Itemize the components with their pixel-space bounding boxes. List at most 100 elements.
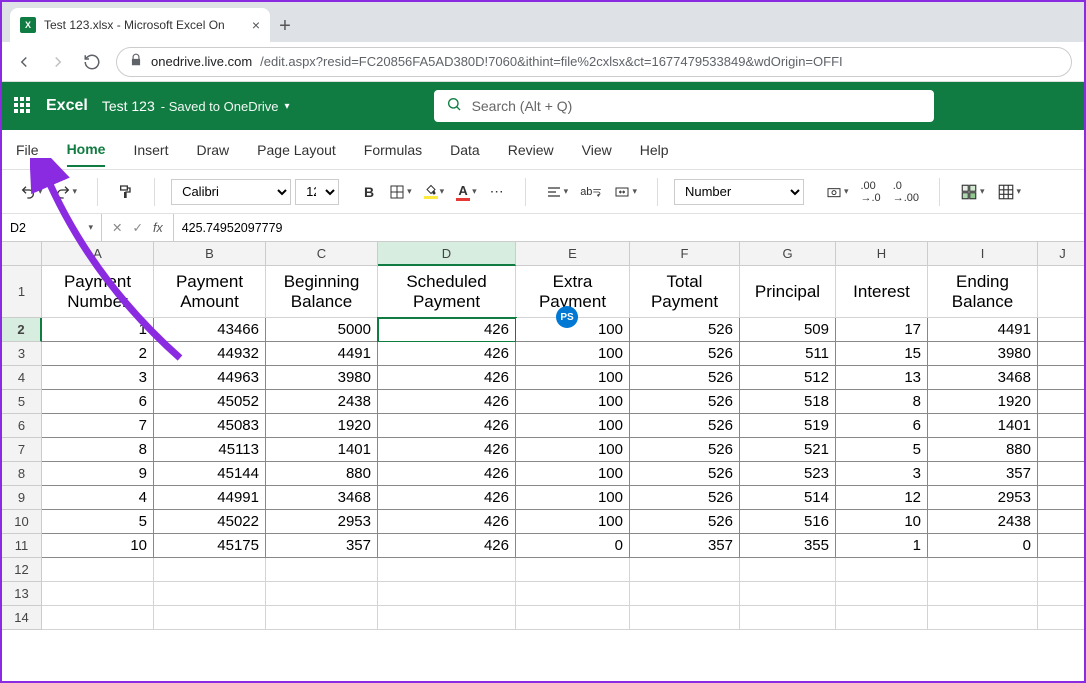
cell[interactable]: 526: [630, 438, 740, 462]
cell[interactable]: [1038, 438, 1084, 462]
header-cell[interactable]: Principal: [740, 266, 836, 318]
cell[interactable]: [1038, 318, 1084, 342]
cell[interactable]: 426: [378, 318, 516, 342]
cell[interactable]: 357: [266, 534, 378, 558]
cell[interactable]: 45022: [154, 510, 266, 534]
app-launcher-icon[interactable]: [14, 97, 32, 115]
forward-icon[interactable]: [48, 52, 68, 72]
cell[interactable]: [154, 558, 266, 582]
cell[interactable]: 1401: [928, 414, 1038, 438]
cell[interactable]: [154, 606, 266, 630]
cell[interactable]: [266, 606, 378, 630]
cell[interactable]: 426: [378, 438, 516, 462]
cell[interactable]: 0: [928, 534, 1038, 558]
header-cell[interactable]: PaymentNumber: [42, 266, 154, 318]
col-header-C[interactable]: C: [266, 242, 378, 266]
close-tab-icon[interactable]: ×: [252, 17, 260, 33]
tab-file[interactable]: File: [16, 134, 39, 166]
merge-button[interactable]: ▾: [610, 178, 641, 206]
cell[interactable]: [1038, 510, 1084, 534]
cell[interactable]: 426: [378, 510, 516, 534]
cell[interactable]: [378, 582, 516, 606]
back-icon[interactable]: [14, 52, 34, 72]
cell[interactable]: 6: [42, 390, 154, 414]
cell[interactable]: 880: [928, 438, 1038, 462]
header-cell[interactable]: ScheduledPayment: [378, 266, 516, 318]
cell[interactable]: 426: [378, 390, 516, 414]
row-header-11[interactable]: 11: [2, 534, 42, 558]
cell[interactable]: 44963: [154, 366, 266, 390]
cell[interactable]: [630, 558, 740, 582]
cell[interactable]: 10: [42, 534, 154, 558]
cell[interactable]: 426: [378, 462, 516, 486]
tab-data[interactable]: Data: [450, 134, 480, 166]
cell[interactable]: [1038, 558, 1084, 582]
undo-button[interactable]: ▾: [16, 178, 47, 206]
row-header-10[interactable]: 10: [2, 510, 42, 534]
redo-button[interactable]: ▾: [51, 178, 82, 206]
cell[interactable]: 1: [836, 534, 928, 558]
cell[interactable]: 15: [836, 342, 928, 366]
cell[interactable]: 526: [630, 414, 740, 438]
cell[interactable]: 357: [928, 462, 1038, 486]
tab-help[interactable]: Help: [640, 134, 669, 166]
header-cell[interactable]: PaymentAmount: [154, 266, 266, 318]
cell[interactable]: 2438: [266, 390, 378, 414]
font-family-select[interactable]: Calibri: [171, 179, 291, 205]
align-left-button[interactable]: ▾: [542, 178, 573, 206]
browser-tab[interactable]: X Test 123.xlsx - Microsoft Excel On ×: [10, 8, 270, 42]
cell[interactable]: 17: [836, 318, 928, 342]
more-font-icon[interactable]: ⋯: [485, 178, 509, 206]
cell[interactable]: 5000: [266, 318, 378, 342]
cell[interactable]: [836, 558, 928, 582]
cell[interactable]: 100: [516, 390, 630, 414]
cell[interactable]: 518: [740, 390, 836, 414]
cell[interactable]: [516, 558, 630, 582]
cell[interactable]: 45083: [154, 414, 266, 438]
cell[interactable]: 526: [630, 510, 740, 534]
file-name-button[interactable]: Test 123 - Saved to OneDrive ▾: [102, 98, 290, 114]
cell[interactable]: 100: [516, 510, 630, 534]
decrease-decimal-button[interactable]: .00→.0: [857, 178, 885, 206]
cell[interactable]: 100: [516, 438, 630, 462]
cell[interactable]: 514: [740, 486, 836, 510]
increase-decimal-button[interactable]: .0→.00: [889, 178, 923, 206]
currency-button[interactable]: ▾: [822, 178, 853, 206]
col-header-D[interactable]: D: [378, 242, 516, 266]
formula-input[interactable]: [174, 221, 1084, 235]
cell[interactable]: 426: [378, 534, 516, 558]
cell[interactable]: 45052: [154, 390, 266, 414]
cell[interactable]: 1920: [266, 414, 378, 438]
cell[interactable]: 521: [740, 438, 836, 462]
font-size-select[interactable]: 12: [295, 179, 339, 205]
cell[interactable]: 426: [378, 486, 516, 510]
cell[interactable]: 526: [630, 390, 740, 414]
tab-home[interactable]: Home: [67, 133, 106, 167]
cell[interactable]: [1038, 366, 1084, 390]
cell[interactable]: [1038, 486, 1084, 510]
header-cell[interactable]: EndingBalance: [928, 266, 1038, 318]
row-header-6[interactable]: 6: [2, 414, 42, 438]
cell[interactable]: 100: [516, 486, 630, 510]
cell[interactable]: [266, 558, 378, 582]
cell[interactable]: [740, 606, 836, 630]
cell[interactable]: 3: [42, 366, 154, 390]
cell[interactable]: [836, 606, 928, 630]
cell[interactable]: [1038, 582, 1084, 606]
cell[interactable]: 100: [516, 414, 630, 438]
cell[interactable]: 519: [740, 414, 836, 438]
cell[interactable]: 13: [836, 366, 928, 390]
cell[interactable]: 880: [266, 462, 378, 486]
cell[interactable]: 526: [630, 366, 740, 390]
cell[interactable]: 2953: [266, 510, 378, 534]
conditional-format-button[interactable]: ▾: [956, 178, 989, 206]
cell[interactable]: 357: [630, 534, 740, 558]
col-header-E[interactable]: E: [516, 242, 630, 266]
cell[interactable]: 4491: [266, 342, 378, 366]
cell[interactable]: [42, 558, 154, 582]
cell[interactable]: 516: [740, 510, 836, 534]
cell[interactable]: 2438: [928, 510, 1038, 534]
borders-button[interactable]: ▾: [385, 178, 416, 206]
cell[interactable]: 509: [740, 318, 836, 342]
new-tab-button[interactable]: +: [270, 15, 300, 42]
